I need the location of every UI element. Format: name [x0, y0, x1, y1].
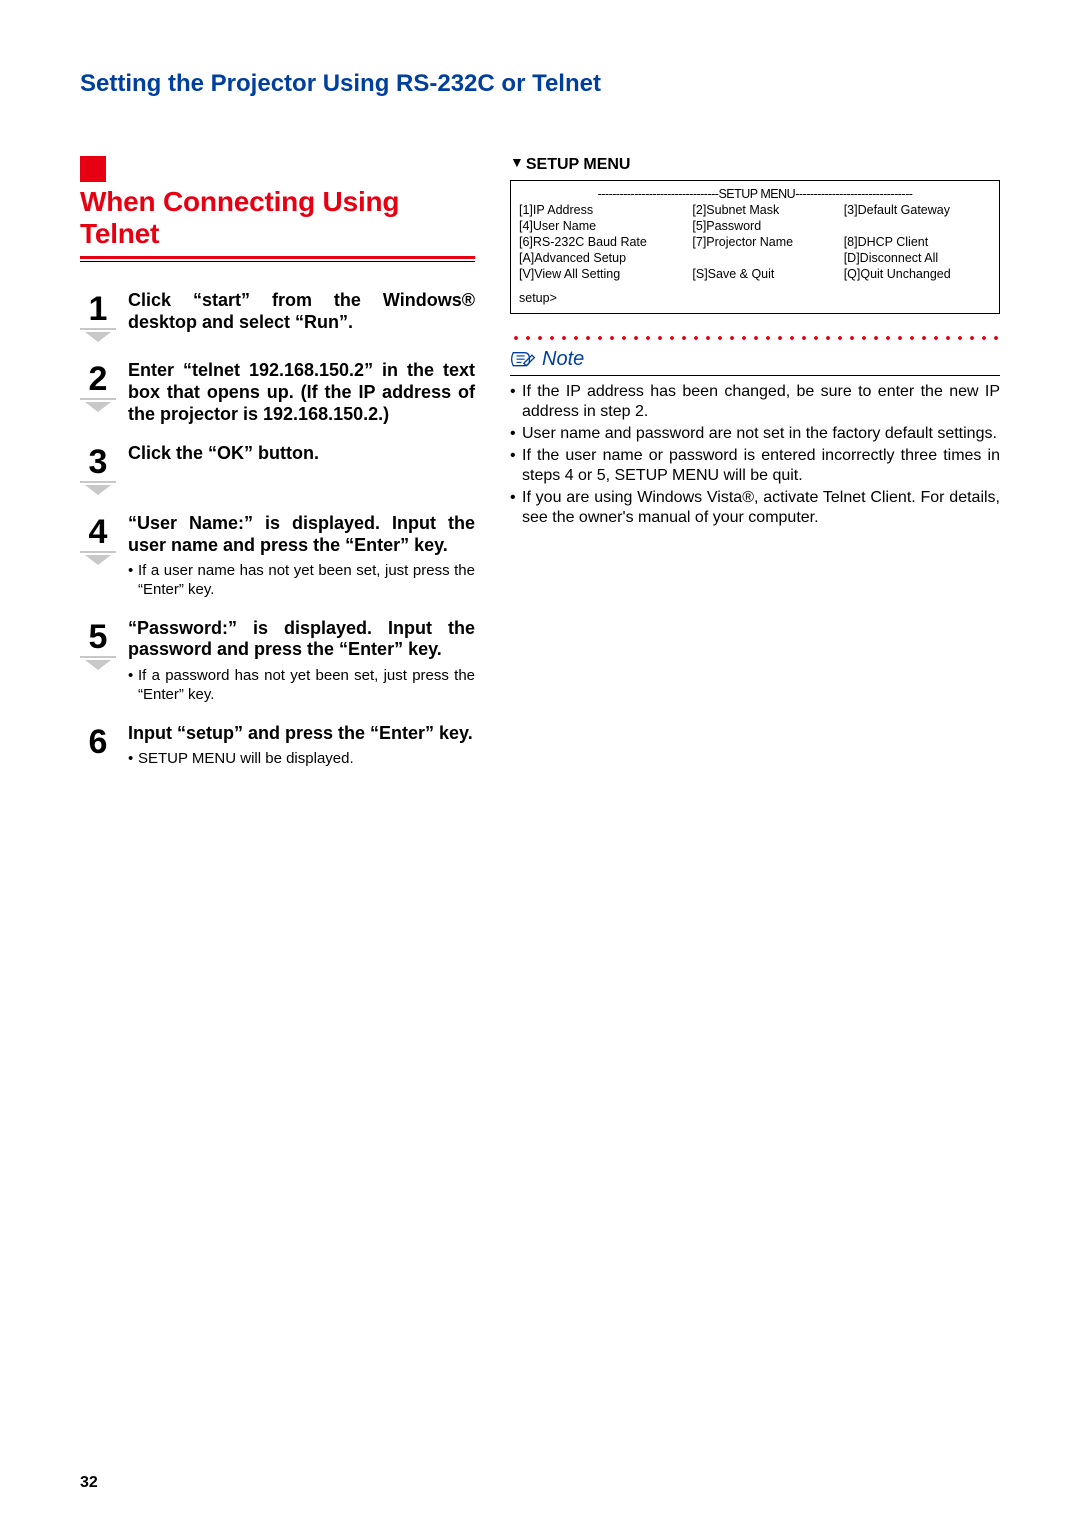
menu-item: [Q]Quit Unchanged	[844, 267, 991, 281]
step-badge: 3	[80, 443, 116, 495]
step-number: 3	[80, 443, 116, 483]
dotted-separator	[510, 334, 1000, 342]
left-column: When Connecting Using Telnet 1 Click “st…	[80, 156, 475, 787]
step-text: Click “start” from the Windows® desktop …	[128, 290, 475, 333]
step-text: “User Name:” is displayed. Input the use…	[128, 513, 475, 556]
menu-item: [7]Projector Name	[692, 235, 839, 249]
section-rule-thin	[80, 261, 475, 262]
step-5: 5 “Password:” is displayed. Input the pa…	[80, 618, 475, 705]
step-text: Enter “telnet 192.168.150.2” in the text…	[128, 360, 475, 425]
menu-item: [6]RS-232C Baud Rate	[519, 235, 688, 249]
chevron-down-icon	[85, 485, 111, 495]
step-3: 3 Click the “OK” button.	[80, 443, 475, 495]
right-column: ▼SETUP MENU ----------------------------…	[510, 156, 1000, 787]
setup-menu-title-row: ---------------------------------SETUP M…	[519, 187, 991, 201]
menu-item: [5]Password	[692, 219, 839, 233]
menu-item: [2]Subnet Mask	[692, 203, 839, 217]
page-number: 32	[80, 1474, 98, 1492]
menu-item: [D]Disconnect All	[844, 251, 991, 265]
step-subtext: •If a user name has not yet been set, ju…	[128, 562, 475, 600]
menu-item	[844, 219, 991, 233]
steps-list: 1 Click “start” from the Windows® deskto…	[80, 290, 475, 769]
step-number: 1	[80, 290, 116, 330]
chevron-down-icon	[85, 555, 111, 565]
setup-menu-grid: [1]IP Address [2]Subnet Mask [3]Default …	[519, 203, 991, 281]
note-item: •User name and password are not set in t…	[510, 424, 1000, 444]
step-2: 2 Enter “telnet 192.168.150.2” in the te…	[80, 360, 475, 425]
pencil-icon	[510, 349, 536, 371]
section-marker	[80, 156, 106, 182]
step-number: 6	[80, 723, 116, 761]
menu-item: [4]User Name	[519, 219, 688, 233]
note-list: •If the IP address has been changed, be …	[510, 382, 1000, 528]
chevron-down-icon	[85, 332, 111, 342]
step-6: 6 Input “setup” and press the “Enter” ke…	[80, 723, 475, 769]
page-title: Setting the Projector Using RS-232C or T…	[80, 70, 1000, 98]
note-underline	[510, 375, 1000, 376]
step-subtext: •SETUP MENU will be displayed.	[128, 750, 475, 769]
menu-item: [V]View All Setting	[519, 267, 688, 281]
setup-menu-box: ---------------------------------SETUP M…	[510, 180, 1000, 314]
step-badge: 5	[80, 618, 116, 670]
note-heading: Note	[510, 348, 1000, 371]
menu-item: [S]Save & Quit	[692, 267, 839, 281]
step-badge: 6	[80, 723, 116, 761]
note-item: •If you are using Windows Vista®, activa…	[510, 488, 1000, 528]
step-subtext: •If a password has not yet been set, jus…	[128, 667, 475, 705]
step-number: 2	[80, 360, 116, 400]
menu-item: [8]DHCP Client	[844, 235, 991, 249]
menu-item: [1]IP Address	[519, 203, 688, 217]
setup-menu-prompt: setup>	[519, 291, 991, 305]
setup-menu-heading: ▼SETUP MENU	[510, 156, 1000, 174]
step-text: Input “setup” and press the “Enter” key.	[128, 723, 475, 745]
chevron-down-icon	[85, 402, 111, 412]
chevron-down-icon	[85, 660, 111, 670]
step-badge: 4	[80, 513, 116, 565]
menu-item: [A]Advanced Setup	[519, 251, 688, 265]
menu-item: [3]Default Gateway	[844, 203, 991, 217]
step-text: Click the “OK” button.	[128, 443, 475, 465]
content-columns: When Connecting Using Telnet 1 Click “st…	[80, 156, 1000, 787]
step-4: 4 “User Name:” is displayed. Input the u…	[80, 513, 475, 600]
triangle-down-icon: ▼	[510, 154, 524, 170]
section-rule-red	[80, 256, 475, 259]
step-number: 4	[80, 513, 116, 553]
step-badge: 1	[80, 290, 116, 342]
section-title: When Connecting Using Telnet	[80, 186, 475, 250]
step-text: “Password:” is displayed. Input the pass…	[128, 618, 475, 661]
note-item: •If the IP address has been changed, be …	[510, 382, 1000, 422]
note-item: •If the user name or password is entered…	[510, 446, 1000, 486]
step-1: 1 Click “start” from the Windows® deskto…	[80, 290, 475, 342]
step-number: 5	[80, 618, 116, 658]
step-badge: 2	[80, 360, 116, 412]
menu-item	[692, 251, 839, 265]
